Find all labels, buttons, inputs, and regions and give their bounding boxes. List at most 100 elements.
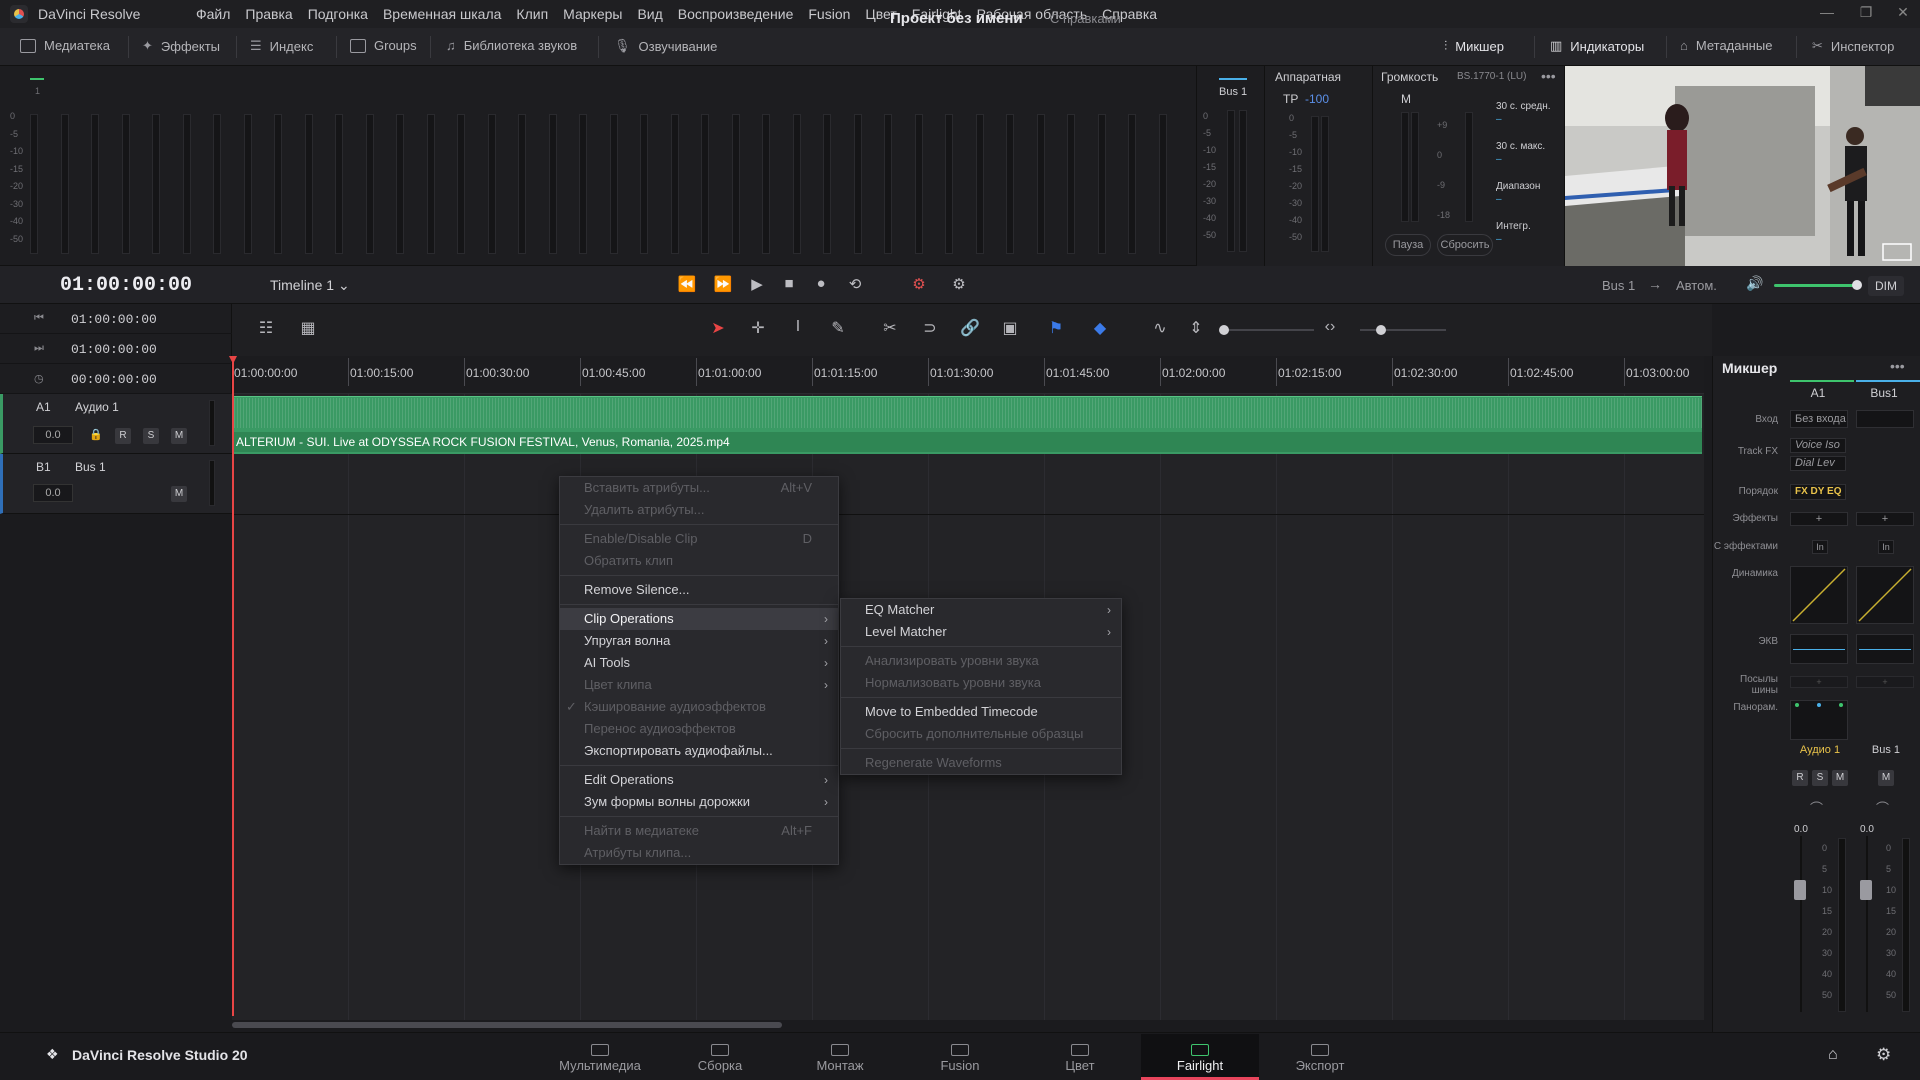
automation-curve-icon[interactable]: ⌒ bbox=[1876, 798, 1889, 817]
menu-trim[interactable]: Подгонка bbox=[308, 6, 368, 22]
mixer-fader-handle-a1[interactable] bbox=[1794, 880, 1806, 900]
menu-item[interactable]: Упругая волна › bbox=[560, 630, 838, 652]
range-tool-icon[interactable]: ✛ bbox=[746, 318, 770, 340]
page-cut[interactable]: Сборка bbox=[661, 1034, 779, 1080]
page-color[interactable]: Цвет bbox=[1021, 1034, 1139, 1080]
automation-settings-button[interactable]: ⚙ bbox=[948, 275, 970, 295]
page-edit[interactable]: Монтаж bbox=[781, 1034, 899, 1080]
razor-icon[interactable]: ✂ bbox=[878, 318, 902, 340]
mixer-eq-a1[interactable] bbox=[1790, 634, 1848, 664]
mixer-pan-a1[interactable] bbox=[1790, 700, 1848, 740]
playhead[interactable] bbox=[232, 356, 234, 1016]
image-overlay-icon[interactable]: ▣ bbox=[998, 318, 1022, 340]
close-icon[interactable]: ✕ bbox=[1888, 4, 1918, 21]
timeline-view-options-icon[interactable]: ☷ bbox=[254, 318, 278, 340]
mixer-fader-track-bus1[interactable] bbox=[1866, 836, 1868, 1012]
bus-mute-button[interactable]: M bbox=[171, 486, 187, 502]
dim-button[interactable]: DIM bbox=[1868, 276, 1904, 296]
menu-item[interactable]: Remove Silence... bbox=[560, 579, 838, 601]
metadata-button[interactable]: ⌂ Метаданные bbox=[1680, 38, 1772, 53]
mixer-input-a1[interactable]: Без входа bbox=[1790, 410, 1848, 428]
mixer-fader-track-a1[interactable] bbox=[1800, 836, 1802, 1012]
loudness-more-icon[interactable]: ••• bbox=[1541, 68, 1556, 84]
page-media[interactable]: Мультимедиа bbox=[541, 1034, 659, 1080]
video-viewer[interactable] bbox=[1564, 66, 1920, 266]
mixer-mute-a1[interactable]: M bbox=[1832, 770, 1848, 786]
menu-fusion[interactable]: Fusion bbox=[808, 6, 850, 22]
menu-file[interactable]: Файл bbox=[196, 6, 230, 22]
rewind-button[interactable]: ⏪ bbox=[676, 275, 698, 295]
mixer-record-a1[interactable]: R bbox=[1792, 770, 1808, 786]
mixer-bus-send-a1[interactable]: + bbox=[1790, 676, 1848, 688]
speaker-icon[interactable]: 🔊 bbox=[1746, 275, 1763, 292]
menu-playback[interactable]: Воспроизведение bbox=[678, 6, 794, 22]
lock-icon[interactable]: 🔒 bbox=[89, 428, 103, 441]
mixer-fx-in-a1[interactable]: In bbox=[1812, 540, 1828, 554]
link-icon[interactable]: 🔗 bbox=[958, 318, 982, 340]
vertical-zoom-slider[interactable] bbox=[1224, 329, 1314, 331]
automation-record-button[interactable]: ⚙ bbox=[908, 275, 930, 295]
loudness-pause-button[interactable]: Пауза bbox=[1385, 234, 1431, 256]
marker-icon[interactable]: ◆ bbox=[1088, 318, 1112, 340]
monitor-volume-handle[interactable] bbox=[1852, 280, 1862, 290]
horizontal-zoom-handle[interactable] bbox=[1376, 325, 1386, 335]
mixer-toggle-button[interactable]: ⫶ Микшер bbox=[1444, 38, 1504, 54]
timeline-ruler[interactable]: 01:00:00:00 01:00:15:00 01:00:30:00 01:0… bbox=[231, 356, 1704, 394]
flag-icon[interactable]: ⚑ bbox=[1044, 318, 1068, 340]
monitor-volume-slider[interactable] bbox=[1774, 284, 1858, 287]
effects-button[interactable]: ✦ Эффекты bbox=[142, 38, 220, 54]
menu-clip[interactable]: Клип bbox=[516, 6, 548, 22]
fast-forward-button[interactable]: ⏩ bbox=[712, 275, 734, 295]
maximize-icon[interactable]: ❐ bbox=[1851, 4, 1881, 21]
sound-library-button[interactable]: ♫ Библиотека звуков bbox=[446, 38, 577, 53]
mixer-fx-voice-iso[interactable]: Voice Iso bbox=[1790, 438, 1846, 453]
menu-item[interactable]: Зум формы волны дорожки › bbox=[560, 791, 838, 813]
menu-markers[interactable]: Маркеры bbox=[563, 6, 622, 22]
solo-button[interactable]: S bbox=[143, 428, 159, 444]
menu-item[interactable]: EQ Matcher › bbox=[841, 599, 1121, 621]
menu-item[interactable]: Clip Operations › bbox=[560, 608, 838, 630]
index-button[interactable]: ☰ Индекс bbox=[250, 38, 313, 54]
voiceover-button[interactable]: 🎙 Озвучивание bbox=[614, 38, 717, 54]
track-header-a1[interactable]: A1 Аудио 1 0.0 🔒 R S M bbox=[0, 394, 232, 454]
loop-button[interactable]: ⟲ bbox=[844, 275, 866, 295]
mixer-add-effect-a1[interactable]: + bbox=[1790, 512, 1848, 526]
mixer-solo-a1[interactable]: S bbox=[1812, 770, 1828, 786]
pencil-icon[interactable]: ✎ bbox=[826, 318, 850, 340]
menu-item[interactable]: Move to Embedded Timecode bbox=[841, 701, 1121, 723]
menu-edit[interactable]: Правка bbox=[245, 6, 292, 22]
menu-item[interactable]: Level Matcher › bbox=[841, 621, 1121, 643]
page-deliver[interactable]: Экспорт bbox=[1261, 1034, 1379, 1080]
mixer-bus-send-bus1[interactable]: + bbox=[1856, 676, 1914, 688]
grid-icon[interactable]: ▦ bbox=[296, 318, 320, 340]
stop-button[interactable]: ■ bbox=[778, 275, 800, 295]
bus-volume[interactable]: 0.0 bbox=[33, 484, 73, 502]
mixer-fx-in-bus1[interactable]: In bbox=[1878, 540, 1894, 554]
menu-timeline[interactable]: Временная шкала bbox=[383, 6, 501, 22]
menu-item[interactable]: Экспортировать аудиофайлы... bbox=[560, 740, 838, 762]
automation-curve-icon[interactable]: ⌒ bbox=[1810, 798, 1823, 817]
meters-toggle-button[interactable]: ▥ Индикаторы bbox=[1550, 38, 1644, 54]
horizontal-zoom-slider[interactable] bbox=[1360, 329, 1446, 331]
timeline-horizontal-scrollbar[interactable] bbox=[232, 1022, 782, 1028]
loudness-reset-button[interactable]: Сбросить bbox=[1437, 234, 1493, 256]
mixer-more-icon[interactable]: ••• bbox=[1890, 358, 1905, 374]
record-button[interactable]: ● bbox=[810, 275, 832, 295]
timeline-selector[interactable]: Timeline 1 ⌄ bbox=[270, 277, 350, 294]
home-icon[interactable]: ⌂ bbox=[1828, 1046, 1838, 1064]
mixer-input-bus1[interactable] bbox=[1856, 410, 1914, 428]
media-pool-button[interactable]: Медиатека bbox=[20, 38, 110, 53]
playhead-handle[interactable] bbox=[229, 356, 237, 364]
mixer-fx-dial-lev[interactable]: Dial Lev bbox=[1790, 456, 1846, 471]
snapping-icon[interactable]: ⊃ bbox=[918, 318, 942, 340]
mixer-add-effect-bus1[interactable]: + bbox=[1856, 512, 1914, 526]
mixer-dynamics-a1[interactable] bbox=[1790, 566, 1848, 624]
minimize-icon[interactable]: — bbox=[1812, 4, 1842, 20]
main-timecode[interactable]: 01:00:00:00 bbox=[60, 274, 192, 297]
groups-button[interactable]: Groups bbox=[350, 38, 417, 53]
page-fusion[interactable]: Fusion bbox=[901, 1034, 1019, 1080]
mixer-dynamics-bus1[interactable] bbox=[1856, 566, 1914, 624]
mixer-mute-bus1[interactable]: M bbox=[1878, 770, 1894, 786]
menu-item[interactable]: AI Tools › bbox=[560, 652, 838, 674]
waveform-icon[interactable]: ∿ bbox=[1148, 318, 1172, 340]
